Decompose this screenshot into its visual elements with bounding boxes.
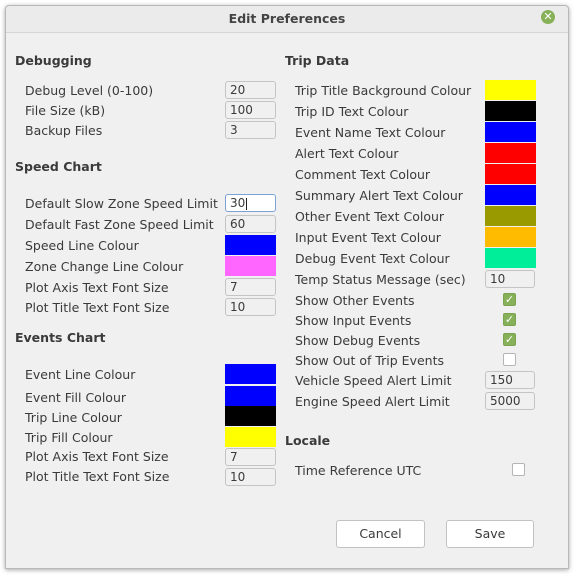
summary-alert-colour-label: Summary Alert Text Colour bbox=[295, 188, 463, 203]
event-line-colour-swatch[interactable] bbox=[225, 364, 276, 384]
slow-zone-input[interactable]: 30 bbox=[225, 194, 276, 212]
save-button[interactable]: Save bbox=[446, 520, 534, 548]
speed-line-colour-swatch[interactable] bbox=[225, 235, 276, 255]
zone-change-colour-label: Zone Change Line Colour bbox=[25, 259, 184, 274]
alert-text-colour-label: Alert Text Colour bbox=[295, 146, 399, 161]
show-input-events-checkbox[interactable]: ✓ bbox=[503, 313, 516, 326]
input-event-colour-swatch[interactable] bbox=[485, 227, 536, 247]
show-debug-events-label: Show Debug Events bbox=[295, 333, 421, 348]
other-event-colour-swatch[interactable] bbox=[485, 206, 536, 226]
file-size-label: File Size (kB) bbox=[25, 103, 106, 118]
text-caret bbox=[246, 197, 248, 210]
title-bar: Edit Preferences ✕ bbox=[6, 6, 568, 33]
comment-text-colour-swatch[interactable] bbox=[485, 164, 536, 184]
speed-axis-font-label: Plot Axis Text Font Size bbox=[25, 280, 169, 295]
title-bg-colour-label: Trip Title Background Colour bbox=[295, 83, 472, 98]
zone-change-colour-swatch[interactable] bbox=[225, 256, 276, 276]
time-reference-utc-label: Time Reference UTC bbox=[295, 463, 422, 478]
events-axis-font-input[interactable]: 7 bbox=[225, 448, 276, 466]
title-bg-colour-swatch[interactable] bbox=[485, 80, 536, 100]
show-out-of-trip-checkbox[interactable] bbox=[503, 353, 516, 366]
vehicle-alert-label: Vehicle Speed Alert Limit bbox=[295, 373, 452, 388]
file-size-input[interactable]: 100 bbox=[225, 101, 276, 119]
dialog-title: Edit Preferences bbox=[228, 11, 346, 26]
speed-title-font-label: Plot Title Text Font Size bbox=[25, 300, 170, 315]
backup-files-input[interactable]: 3 bbox=[225, 121, 276, 139]
show-other-events-label: Show Other Events bbox=[295, 293, 415, 308]
engine-alert-input[interactable]: 5000 bbox=[485, 392, 535, 410]
events-chart-header: Events Chart bbox=[15, 330, 106, 345]
alert-text-colour-swatch[interactable] bbox=[485, 143, 536, 163]
other-event-colour-label: Other Event Text Colour bbox=[295, 209, 445, 224]
trip-fill-colour-swatch[interactable] bbox=[225, 427, 276, 447]
show-input-events-label: Show Input Events bbox=[295, 313, 412, 328]
debug-level-label: Debug Level (0-100) bbox=[25, 83, 154, 98]
events-axis-font-label: Plot Axis Text Font Size bbox=[25, 449, 169, 464]
close-icon[interactable]: ✕ bbox=[541, 10, 555, 24]
speed-chart-header: Speed Chart bbox=[15, 159, 102, 174]
time-reference-utc-checkbox[interactable] bbox=[512, 463, 525, 476]
events-title-font-input[interactable]: 10 bbox=[225, 468, 276, 486]
event-fill-colour-label: Event Fill Colour bbox=[25, 390, 127, 405]
trip-line-colour-swatch[interactable] bbox=[225, 406, 276, 426]
temp-status-input[interactable]: 10 bbox=[485, 270, 535, 288]
input-event-colour-label: Input Event Text Colour bbox=[295, 230, 441, 245]
engine-alert-label: Engine Speed Alert Limit bbox=[295, 394, 450, 409]
trip-id-colour-swatch[interactable] bbox=[485, 101, 536, 121]
speed-line-colour-label: Speed Line Colour bbox=[25, 238, 139, 253]
event-line-colour-label: Event Line Colour bbox=[25, 367, 136, 382]
fast-zone-label: Default Fast Zone Speed Limit bbox=[25, 217, 214, 232]
comment-text-colour-label: Comment Text Colour bbox=[295, 167, 431, 182]
trip-data-header: Trip Data bbox=[285, 53, 350, 68]
fast-zone-input[interactable]: 60 bbox=[225, 215, 276, 233]
show-debug-events-checkbox[interactable]: ✓ bbox=[503, 333, 516, 346]
event-name-colour-swatch[interactable] bbox=[485, 122, 536, 142]
debug-level-input[interactable]: 20 bbox=[225, 81, 276, 99]
trip-id-colour-label: Trip ID Text Colour bbox=[295, 104, 409, 119]
backup-files-label: Backup Files bbox=[25, 123, 103, 138]
temp-status-label: Temp Status Message (sec) bbox=[295, 272, 466, 287]
trip-fill-colour-label: Trip Fill Colour bbox=[25, 430, 113, 445]
slow-zone-value: 30 bbox=[230, 196, 246, 210]
event-name-colour-label: Event Name Text Colour bbox=[295, 125, 446, 140]
cancel-button[interactable]: Cancel bbox=[336, 520, 425, 548]
events-title-font-label: Plot Title Text Font Size bbox=[25, 469, 170, 484]
event-fill-colour-swatch[interactable] bbox=[225, 386, 276, 406]
debug-event-colour-label: Debug Event Text Colour bbox=[295, 251, 450, 266]
show-out-of-trip-label: Show Out of Trip Events bbox=[295, 353, 444, 368]
debug-event-colour-swatch[interactable] bbox=[485, 248, 536, 268]
summary-alert-colour-swatch[interactable] bbox=[485, 185, 536, 205]
vehicle-alert-input[interactable]: 150 bbox=[485, 371, 535, 389]
speed-axis-font-input[interactable]: 7 bbox=[225, 278, 276, 296]
debugging-header: Debugging bbox=[15, 53, 92, 68]
show-other-events-checkbox[interactable]: ✓ bbox=[503, 293, 516, 306]
trip-line-colour-label: Trip Line Colour bbox=[25, 410, 122, 425]
locale-header: Locale bbox=[285, 433, 331, 448]
speed-title-font-input[interactable]: 10 bbox=[225, 298, 276, 316]
slow-zone-label: Default Slow Zone Speed Limit bbox=[25, 196, 218, 211]
